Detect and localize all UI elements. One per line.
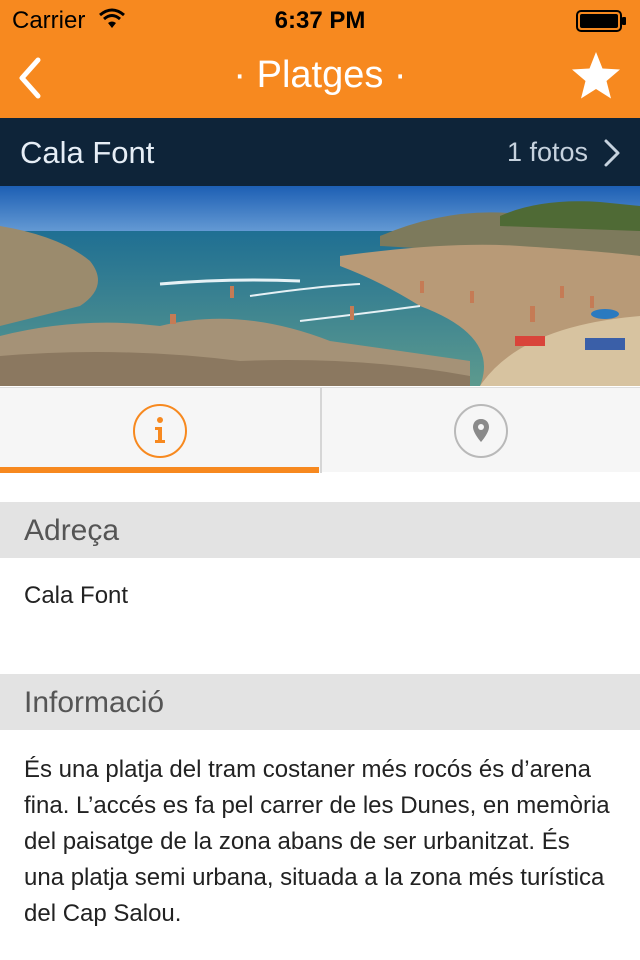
battery-icon (576, 10, 626, 32)
address-heading: Adreça (24, 514, 120, 547)
address-text: Cala Font (24, 582, 129, 609)
place-header[interactable]: Cala Font 1 fotos (0, 118, 640, 186)
page-title: · Platges · (233, 54, 407, 96)
nav-bar: · Platges · (0, 40, 640, 118)
photos-link[interactable]: 1 fotos (507, 137, 588, 168)
beach-photo-image (0, 186, 640, 386)
star-icon[interactable] (570, 50, 622, 102)
place-name: Cala Font (20, 135, 155, 170)
address-section-header: Adreça (0, 502, 640, 558)
info-section-header: Informació (0, 674, 640, 730)
info-description: És una platja del tram costaner més rocó… (24, 756, 610, 927)
map-pin-icon (453, 404, 508, 458)
tab-map[interactable] (320, 388, 639, 473)
clock: 6:37 PM (274, 7, 366, 34)
selected-tab-indicator (0, 467, 319, 473)
chevron-right-icon[interactable] (602, 138, 622, 168)
status-bar: Carrier 6:37 PM (0, 0, 640, 40)
info-heading: Informació (24, 686, 165, 719)
beach-photo[interactable] (0, 186, 640, 386)
detail-tabs (0, 387, 640, 473)
tab-info[interactable] (0, 388, 319, 473)
info-icon (132, 404, 187, 458)
